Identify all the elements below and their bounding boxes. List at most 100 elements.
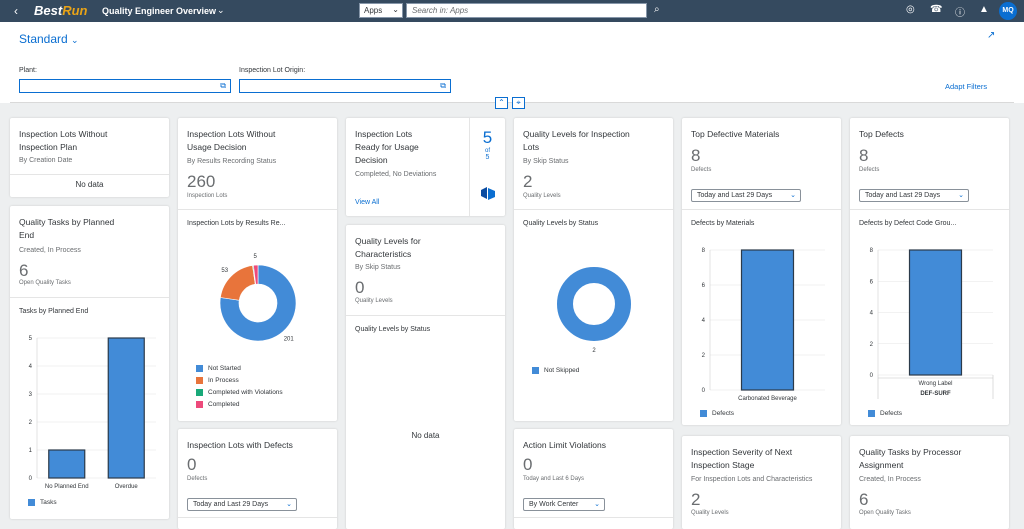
kpi-label: Quality Levels [691,510,729,516]
copilot-icon[interactable]: ◎ [906,4,915,15]
legend-swatch [700,410,707,417]
divider [514,209,673,210]
no-data-text: No data [411,431,440,440]
notifications-icon[interactable]: ▲ [979,4,989,15]
legend-swatch [196,401,203,408]
share-icon[interactable]: ↗ [987,30,995,41]
search-input[interactable]: Search in: Apps [406,3,647,18]
card-tasks-processor[interactable]: Quality Tasks by Processor Assignment Cre… [850,436,1009,529]
lots-donut-chart: 201 53 5 [219,254,297,343]
period-dropdown[interactable]: Today and Last 29 Days ⌄ [691,189,801,202]
legend-item: Completed [196,401,283,413]
y-tick-label: 4 [29,364,33,370]
legend-swatch [196,365,203,372]
help-headset-icon[interactable]: ☎ [930,4,942,15]
plant-input[interactable]: ⧉ [19,79,231,93]
card-title: Inspection Lots Without Usage Decision [187,129,276,152]
y-tick-label: 8 [870,248,874,254]
donut-slice [557,267,631,341]
card-lots-without-plan[interactable]: Inspection Lots Without Inspection Plan B… [10,118,169,197]
y-tick-label: 6 [870,279,874,285]
kpi-value: 2 [691,490,701,509]
card-top-materials[interactable]: Top Defective Materials 8 Defects Today … [682,118,841,425]
adapt-filters-button[interactable]: Adapt Filters [945,82,987,91]
divider [850,209,1009,210]
y-tick-label: 0 [29,476,33,482]
x-tick-label: Overdue [115,484,139,490]
kpi-label: Open Quality Tasks [19,280,71,286]
defects-bar-chart: 0 2 4 6 8 Wrong Label DEF-SURF [870,248,994,399]
kpi-label: Open Quality Tasks [859,510,911,516]
card-action-limit[interactable]: Action Limit Violations 0 Today and Last… [514,429,673,529]
search-icon[interactable]: ⌕ [654,4,660,15]
card-levels-inspection-lots[interactable]: Quality Levels for Inspection Lots By Ski… [514,118,673,421]
origin-input[interactable]: ⧉ [239,79,451,93]
no-data-text: No data [75,180,104,189]
divider [10,174,169,175]
y-tick-label: 2 [29,420,33,426]
value-help-icon[interactable]: ⧉ [440,81,446,91]
legend-label: Completed with Violations [208,389,283,397]
legend-label: Not Started [208,365,241,373]
value-help-icon[interactable]: ⧉ [220,81,226,91]
period-dropdown[interactable]: Today and Last 29 Days ⌄ [859,189,969,202]
kpi-value: 0 [187,455,197,474]
legend-swatch [868,410,875,417]
view-all-link[interactable]: View All [355,199,379,206]
legend-swatch [196,389,203,396]
card-subtitle: By Results Recording Status [187,158,277,165]
card-ready-usage[interactable]: Inspection Lots Ready for Usage Decision C… [346,118,505,216]
y-tick-label: 4 [870,311,874,317]
y-tick-label: 0 [870,373,874,379]
y-tick-label: 2 [702,353,706,359]
period-dropdown[interactable]: Today and Last 29 Days ⌄ [187,498,297,511]
card-subtitle: By Skip Status [523,158,569,165]
bar [107,337,145,479]
kpi-value: 8 [691,146,701,165]
variant-label: Standard [19,32,68,46]
divider [514,517,673,518]
company-logo[interactable]: BestRun [34,3,87,18]
app-title[interactable]: Quality Engineer Overview [102,6,216,16]
y-tick-label: 8 [702,248,706,254]
count-total: 5 [485,154,490,161]
legend-swatch [28,499,35,506]
divider [682,209,841,210]
pin-header-button[interactable]: ⌖ [512,97,525,109]
chart-legend: Tasks [28,499,57,506]
chevron-down-icon: ⌄ [958,192,964,199]
count-value: 5 [482,128,493,147]
variant-selector[interactable]: Standard ⌄ [19,32,79,46]
dropdown-value: Today and Last 29 Days [193,501,269,508]
chevron-down-icon[interactable]: ⌄ [217,5,225,16]
kpi-label: Defects [691,167,712,173]
card-title: Top Defects [859,129,904,139]
help-icon[interactable]: ⓘ [955,4,965,19]
back-icon[interactable]: ‹ [14,4,18,18]
card-severity[interactable]: Inspection Severity of Next Inspection St… [682,436,841,529]
legend-label: Tasks [40,499,57,507]
kpi-label: Defects [187,476,208,482]
x-tick-label: No Planned End [45,484,89,490]
logo-main: Best [34,3,63,18]
chevron-down-icon: ⌄ [790,192,796,199]
legend-item: Completed with Violations [196,389,283,401]
search-scope-select[interactable]: Apps ⌄ [359,3,403,18]
card-lots-with-defects[interactable]: Inspection Lots with Defects 0 Defects T… [178,429,337,529]
card-levels-characteristics[interactable]: Quality Levels for Characteristics By Ski… [346,225,505,529]
chevron-down-icon: ⌄ [594,501,600,508]
chevron-down-icon: ⌄ [392,5,399,14]
card-tasks-planned-end[interactable]: Quality Tasks by Planned End Created, In … [10,206,169,519]
group-by-dropdown[interactable]: By Work Center ⌄ [523,498,605,511]
collapse-header-button[interactable]: ⌃ [495,97,508,109]
y-tick-label: 6 [702,283,706,289]
legend-swatch [532,367,539,374]
filter-header: Standard ⌄ ↗ Plant: ⧉ Inspection Lot Ori… [0,22,1024,103]
card-lots-usage-decision[interactable]: Inspection Lots Without Usage Decision By… [178,118,337,421]
card-top-defects[interactable]: Top Defects 8 Defects Today and Last 29 … [850,118,1009,425]
y-tick-label: 4 [702,318,706,324]
avatar[interactable]: MQ [999,2,1017,20]
chevron-down-icon: ⌄ [286,501,292,508]
card-title: Inspection Lots Without Inspection Plan [19,129,108,152]
legend-item: Not Started [196,365,283,377]
